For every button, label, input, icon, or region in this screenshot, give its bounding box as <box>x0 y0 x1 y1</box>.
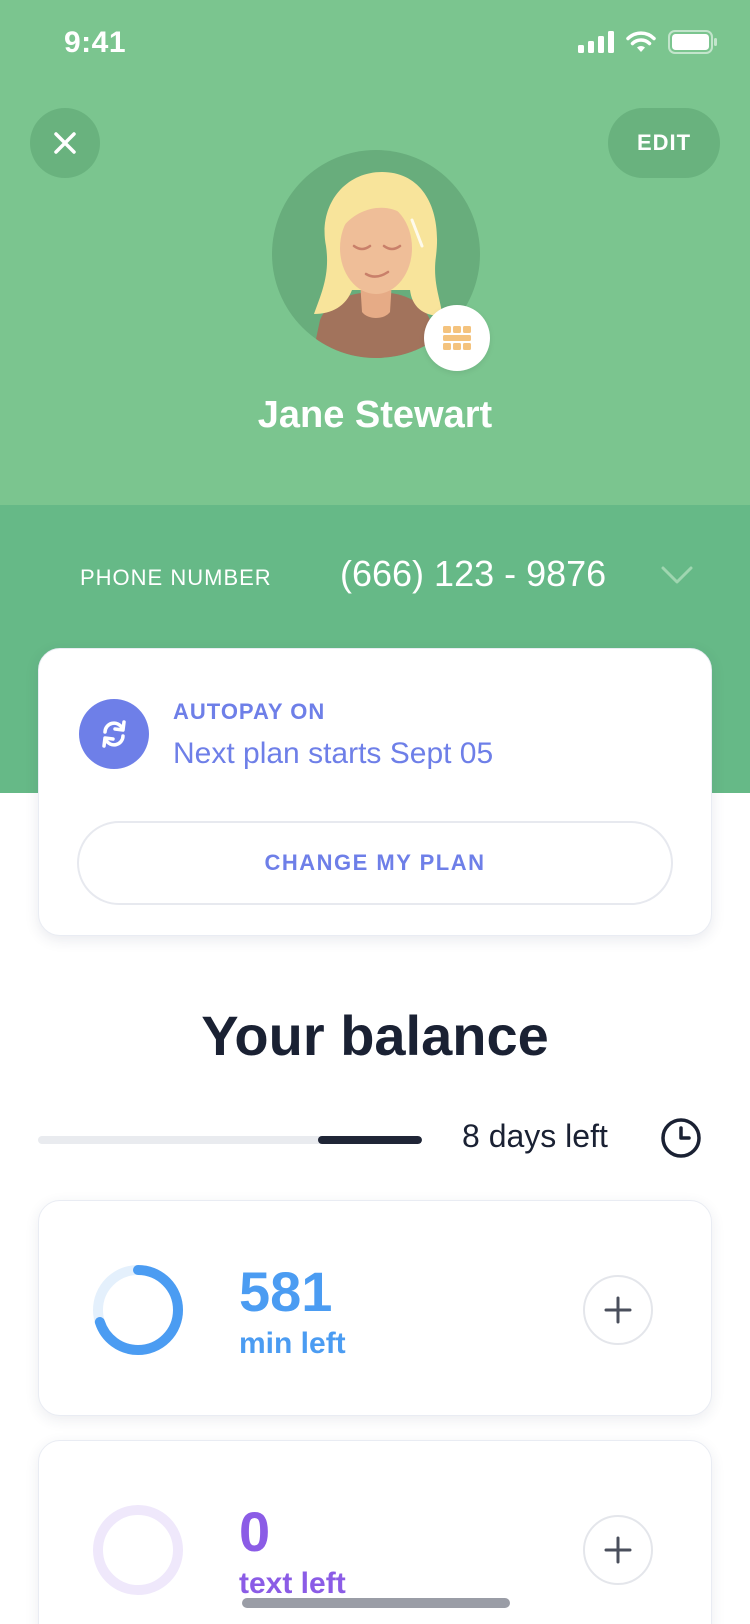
minutes-label: min left <box>239 1327 346 1360</box>
plan-period-progress <box>38 1136 422 1144</box>
status-icons <box>578 30 718 54</box>
edit-button[interactable]: EDIT <box>608 108 720 178</box>
autopay-status: AUTOPAY ON <box>173 699 326 724</box>
add-texts-button[interactable] <box>583 1515 653 1585</box>
texts-label: text left <box>239 1567 346 1600</box>
balance-title: Your balance <box>201 1004 549 1067</box>
autopay-card: AUTOPAY ON Next plan starts Sept 05 CHAN… <box>38 648 712 936</box>
plus-icon <box>604 1536 632 1564</box>
minutes-value: 581 <box>239 1260 333 1323</box>
home-indicator <box>242 1598 510 1608</box>
close-icon <box>54 132 76 154</box>
close-button[interactable] <box>30 108 100 178</box>
minutes-card: 581 min left <box>38 1200 712 1416</box>
next-plan-text: Next plan starts Sept 05 <box>173 737 494 770</box>
sim-card-icon <box>443 326 471 350</box>
battery-icon <box>668 30 717 54</box>
phone-number-value[interactable]: (666) 123 - 9876 <box>340 553 606 595</box>
wifi-icon <box>626 31 656 52</box>
chevron-down-icon <box>661 566 693 584</box>
user-name: Jane Stewart <box>257 394 493 436</box>
texts-card: 0 text left <box>38 1440 712 1624</box>
autopay-icon-circle <box>79 699 149 769</box>
days-left-text: 8 days left <box>462 1118 608 1154</box>
status-time: 9:41 <box>64 26 127 59</box>
change-plan-button[interactable]: CHANGE MY PLAN <box>77 821 673 905</box>
signal-icon <box>578 31 614 53</box>
phone-number-label: PHONE NUMBER <box>80 565 272 590</box>
add-minutes-button[interactable] <box>583 1275 653 1345</box>
refresh-icon <box>102 720 126 748</box>
texts-ring <box>93 1505 183 1595</box>
minutes-ring <box>93 1265 183 1355</box>
clock-icon[interactable] <box>660 1117 702 1159</box>
texts-value: 0 <box>239 1500 271 1563</box>
phone-number-dropdown[interactable] <box>660 562 694 588</box>
sim-badge[interactable] <box>424 305 490 371</box>
plan-period-progress-fill <box>318 1136 422 1144</box>
plus-icon <box>604 1296 632 1324</box>
